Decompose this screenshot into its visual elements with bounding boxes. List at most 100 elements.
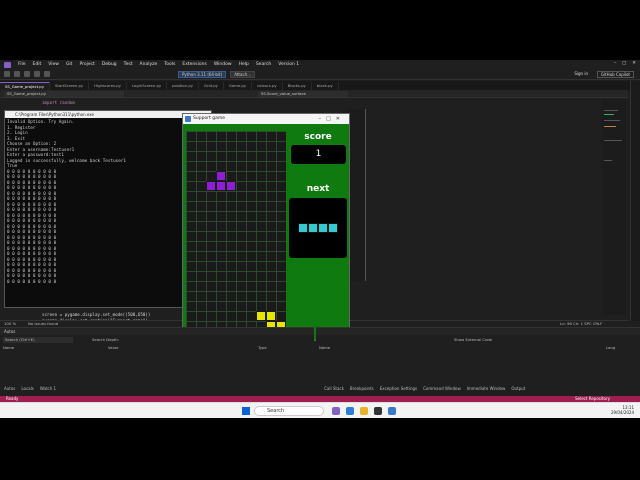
maximize-icon[interactable]: □	[622, 61, 626, 66]
tab-watch[interactable]: Watch 1	[40, 386, 56, 393]
call-stack-panel-title	[316, 328, 640, 335]
zoom-level[interactable]: 100 %	[4, 321, 16, 326]
console-line: True	[7, 164, 18, 169]
console-line: Enter a username:Testuser1	[7, 147, 75, 153]
console-line: 0 0 0 0 0 0 0 0 0 0	[7, 191, 57, 197]
visual-studio-taskbar-icon[interactable]	[332, 407, 340, 415]
menu-git[interactable]: Git	[66, 62, 73, 67]
menu-edit[interactable]: Edit	[33, 62, 42, 67]
menu-project[interactable]: Project	[79, 62, 94, 67]
tab-block[interactable]: block.py	[312, 82, 339, 90]
minimap-line	[604, 114, 614, 115]
console-line: 0 0 0 0 0 0 0 0 0 0	[7, 257, 57, 263]
file-nav-dropdown[interactable]: SS_Game_project.py	[4, 91, 124, 97]
taskbar-clock[interactable]: 13:11 29/04/2024	[611, 405, 634, 415]
solution-explorer-strip[interactable]	[630, 81, 640, 321]
tab-game[interactable]: Game.py	[224, 82, 253, 90]
console-line: Choose an Option: 2	[7, 142, 57, 147]
autos-search-input[interactable]: Search (Ctrl+E)	[3, 337, 73, 343]
attach-button[interactable]: Attach...	[230, 70, 255, 78]
copilot-button[interactable]: GitHub Copilot	[596, 71, 634, 78]
console-line: 0 0 0 0 0 0 0 0 0 0	[7, 235, 57, 241]
minimap-line	[604, 160, 612, 161]
terminal-taskbar-icon[interactable]	[374, 407, 382, 415]
next-i-piece-cell	[328, 223, 338, 233]
next-i-piece-cell	[308, 223, 318, 233]
file-explorer-taskbar-icon[interactable]	[360, 407, 368, 415]
tab-locals[interactable]: Locals	[21, 386, 33, 393]
edge-taskbar-icon[interactable]	[346, 407, 354, 415]
minimap-line	[604, 120, 620, 121]
purple-t-piece-cell	[226, 181, 236, 191]
tab-highscores[interactable]: Highscores.py	[89, 82, 127, 90]
forward-icon[interactable]	[14, 71, 20, 77]
code-minimap[interactable]	[602, 100, 626, 315]
menu-debug[interactable]: Debug	[102, 62, 117, 67]
menu-view[interactable]: View	[48, 62, 59, 67]
minimize-icon[interactable]: –	[614, 61, 616, 66]
windows-start-icon[interactable]	[242, 407, 250, 415]
maximize-icon[interactable]: □	[326, 116, 336, 122]
tab-blocks[interactable]: Blocks.py	[283, 82, 312, 90]
close-icon[interactable]: ✕	[632, 61, 636, 66]
close-icon[interactable]: ✕	[336, 116, 345, 122]
tab-breakpoints[interactable]: Breakpoints	[350, 386, 374, 393]
windows-taskbar: Search 13:11 29/04/2024	[0, 402, 640, 418]
menu-test[interactable]: Test	[124, 62, 133, 67]
menu-analyze[interactable]: Analyze	[140, 62, 158, 67]
minimize-icon[interactable]: –	[319, 116, 327, 122]
tab-loginscreen[interactable]: LoginScreen.py	[127, 82, 168, 90]
menu-file[interactable]: File	[18, 62, 26, 67]
menu-extensions[interactable]: Extensions	[182, 62, 206, 67]
vs-search[interactable]: Search	[256, 62, 271, 67]
tetris-board	[186, 131, 286, 331]
autos-panel-title: Autos	[0, 328, 314, 335]
issues-status[interactable]: No issues found	[28, 321, 58, 326]
console-window-edge	[348, 109, 366, 281]
taskbar-search-label: Search	[267, 408, 285, 414]
status-ready: Ready	[6, 396, 19, 401]
tab-output[interactable]: Output	[511, 386, 525, 393]
purple-t-piece-cell	[216, 171, 226, 181]
code-line-top: import random	[42, 100, 75, 105]
clock-date: 29/04/2024	[610, 410, 634, 415]
python-console-window[interactable]: C:\Program Files\Python311\python.exe In…	[4, 110, 212, 308]
minimap-line	[604, 140, 622, 141]
console-line: 0 0 0 0 0 0 0 0 0 0	[7, 175, 57, 180]
console-line: 2. Login	[7, 131, 28, 136]
menu-help[interactable]: Help	[239, 62, 249, 67]
pygame-icon	[185, 116, 191, 122]
console-line: 0 0 0 0 0 0 0 0 0 0	[7, 230, 57, 235]
menu-tools[interactable]: Tools	[164, 62, 175, 67]
tab-call-stack[interactable]: Call Stack	[324, 386, 344, 393]
python-taskbar-icon[interactable]	[388, 407, 396, 415]
save-icon[interactable]	[24, 71, 30, 77]
tab-ss-game-project[interactable]: SS_Game_project.py	[0, 82, 50, 90]
tab-immediate-window[interactable]: Immediate Window	[467, 386, 506, 393]
back-icon[interactable]	[4, 71, 10, 77]
support-game-window[interactable]: Support game –□✕ score 1 next	[182, 113, 350, 341]
tab-exception-settings[interactable]: Exception Settings	[380, 386, 417, 393]
console-line: 0 0 0 0 0 0 0 0 0 0	[7, 246, 57, 252]
taskbar-search[interactable]: Search	[254, 406, 324, 416]
console-line: 0 0 0 0 0 0 0 0 0 0	[7, 241, 57, 246]
col-lang: Lang	[606, 345, 616, 350]
tab-command-window[interactable]: Command Window	[423, 386, 461, 393]
console-line: 0 0 0 0 0 0 0 0 0 0	[7, 180, 57, 186]
menu-window[interactable]: Window	[214, 62, 232, 67]
show-external-code-toggle[interactable]: Show External Code	[454, 337, 492, 342]
undo-icon[interactable]	[34, 71, 40, 77]
console-line: 0 0 0 0 0 0 0 0 0 0	[7, 186, 57, 191]
col-type: Type	[258, 345, 267, 350]
tab-startscreen[interactable]: StartScreen.py	[50, 82, 90, 90]
tab-grid[interactable]: Grid.py	[199, 82, 224, 90]
sign-in-link[interactable]: Sign in	[574, 71, 588, 76]
tab-autos[interactable]: Autos	[4, 386, 15, 393]
python-env-dropdown[interactable]: Python 3.11 (64-bit)	[178, 70, 227, 78]
redo-icon[interactable]	[44, 71, 50, 77]
member-nav-dropdown[interactable]: SS.Score_value_surface	[258, 91, 348, 97]
autos-panel: Autos Search (Ctrl+E) Search Depth: Name…	[0, 327, 314, 391]
tab-position[interactable]: position.py	[167, 82, 200, 90]
line-col-indicator: Ln: 96 Ch: 1 SPC CRLF	[560, 321, 603, 326]
tab-colours[interactable]: colours.py	[252, 82, 283, 90]
